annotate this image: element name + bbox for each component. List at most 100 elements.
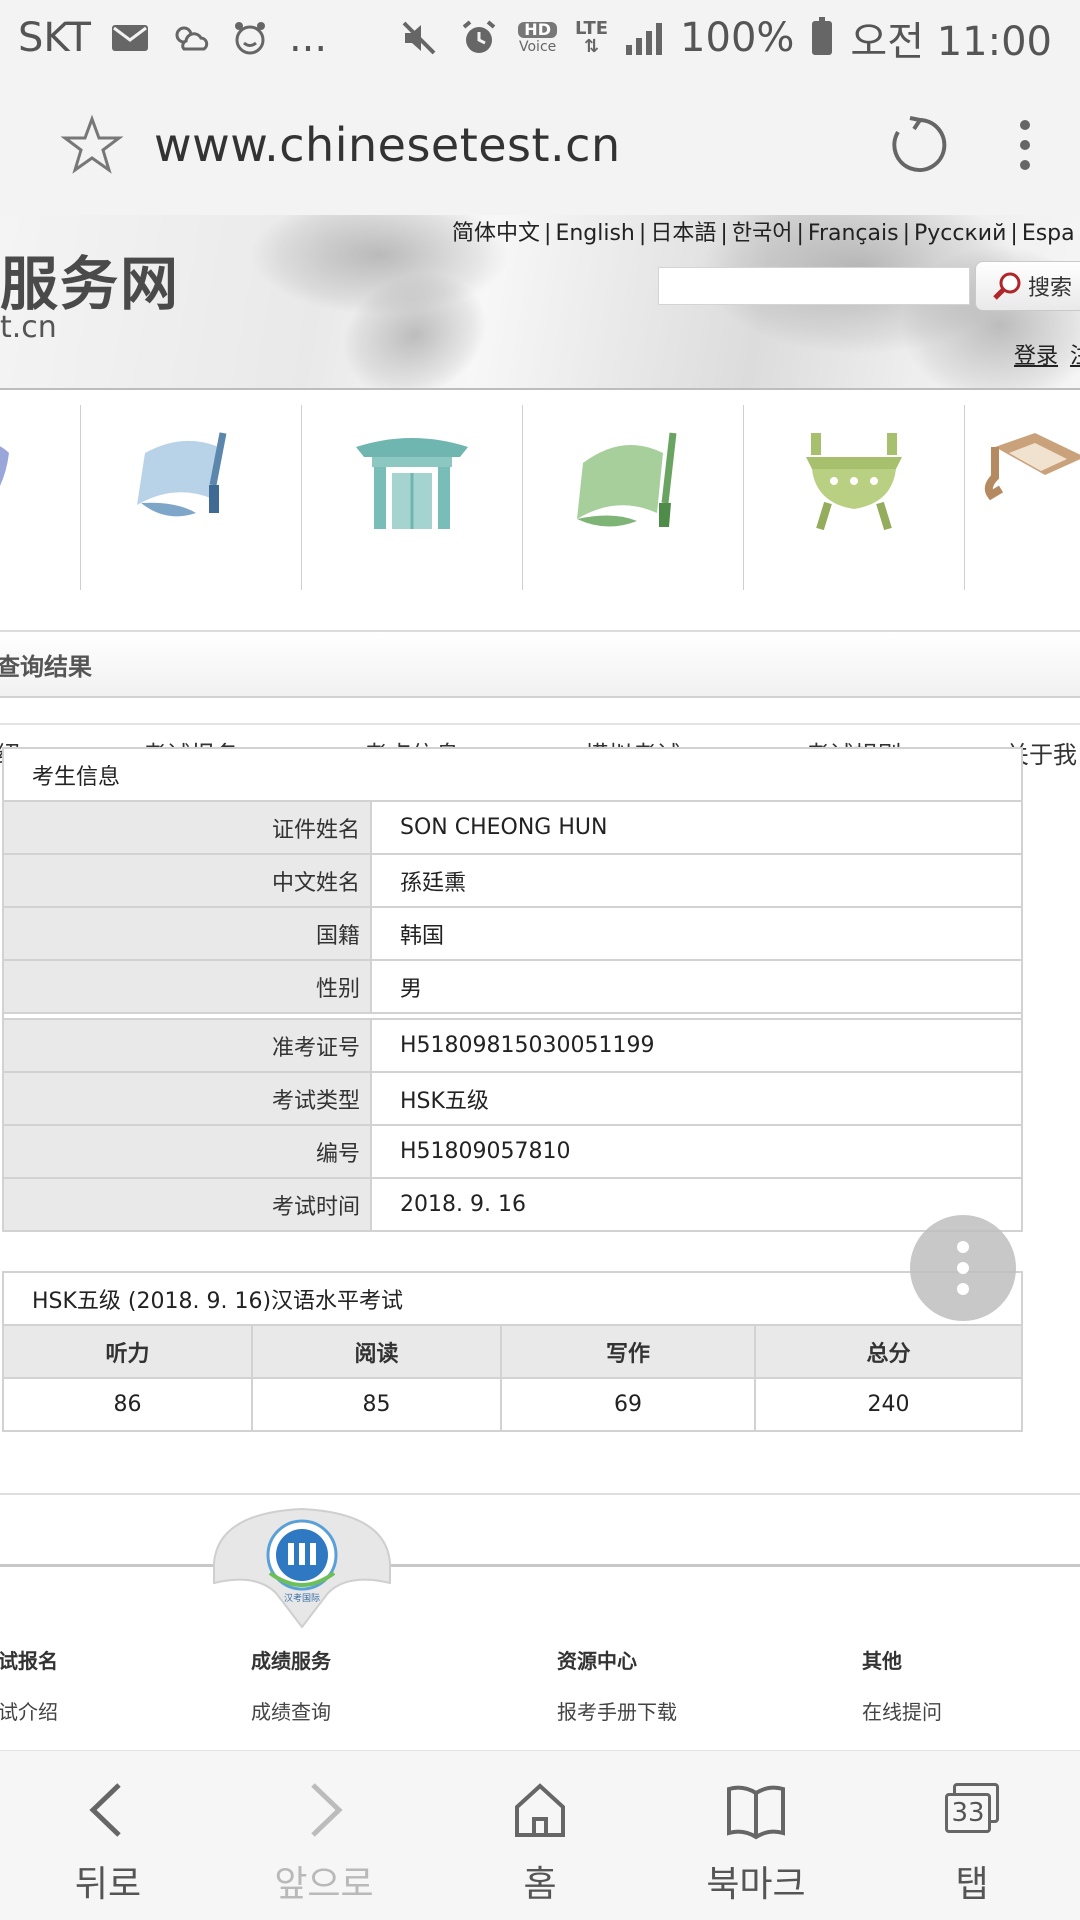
score-writing: 69 — [500, 1377, 756, 1432]
floating-menu-button[interactable] — [910, 1215, 1016, 1321]
emblem-text: 汉考国际 — [284, 1593, 320, 1604]
lang-link-ja[interactable]: 日本語 — [650, 221, 716, 246]
footer-col-other: 其他 在线提问 — [862, 1645, 942, 1725]
lang-link-fr[interactable]: Français — [808, 221, 899, 246]
clock: 오전 11:00 — [850, 18, 1052, 65]
score-table: HSK五级 (2018. 9. 16)汉语水平考试 听力 阅读 写作 总分 86… — [2, 1271, 1023, 1432]
scroll-icon — [576, 432, 676, 527]
footer-link[interactable]: 报考手册下载 — [557, 1696, 677, 1725]
nav-item-about[interactable]: 关于我 — [964, 405, 1080, 769]
lang-link-es[interactable]: Espa — [1022, 221, 1075, 246]
more-notifications: ... — [288, 14, 328, 61]
footer-link[interactable]: 在线提问 — [862, 1696, 942, 1725]
nav-item-registration[interactable]: 考试报名 — [80, 405, 300, 769]
ding-vessel-icon — [805, 433, 902, 531]
score-value-row: 86 85 69 240 — [2, 1377, 1023, 1432]
address-bar: www.chinesetest.cn — [0, 75, 1080, 215]
table-row: 国籍 韩国 — [2, 906, 1023, 961]
table-row: 考试类型 HSK五级 — [2, 1071, 1023, 1126]
score-reading: 85 — [251, 1377, 502, 1432]
mute-icon — [398, 17, 440, 59]
home-label: 홈 — [523, 1864, 557, 1905]
score-header-row: 听力 阅读 写作 总分 — [2, 1324, 1023, 1379]
lang-link-ru[interactable]: Русский — [914, 221, 1006, 246]
login-link[interactable]: 登录 — [1014, 338, 1058, 370]
footer-link[interactable]: 成绩查询 — [251, 1696, 331, 1725]
forward-label: 앞으로 — [274, 1864, 374, 1905]
site-search-button[interactable]: 搜索 — [975, 261, 1080, 311]
nav-item-test-centers[interactable]: 考点信息 — [301, 405, 521, 769]
voice-label: Voice — [519, 38, 557, 55]
nav-item-exam-rules[interactable]: 考试规则 — [743, 405, 963, 769]
hd-voice-icon: HD Voice — [518, 21, 557, 55]
back-button[interactable]: 뒤로 — [0, 1751, 216, 1920]
forward-button[interactable]: 앞으로 — [216, 1751, 432, 1920]
url-field[interactable]: www.chinesetest.cn — [154, 118, 886, 172]
footer-heading: 考试报名 — [0, 1649, 58, 1673]
footer-divider-strong — [0, 1564, 1080, 1567]
candidate-info-table: 考生信息 证件姓名 SON CHEONG HUN 中文姓名 孫廷熏 国籍 韩国 … — [2, 747, 1023, 1232]
main-nav: 绍 考试报名 考点信息 — [0, 405, 1080, 769]
battery-icon — [812, 16, 833, 55]
row-value-exam-type: HSK五级 — [370, 1071, 1023, 1126]
lang-link-en[interactable]: English — [555, 221, 634, 246]
magnifier-icon — [993, 272, 1021, 300]
score-caption-row: HSK五级 (2018. 9. 16)汉语水平考试 — [2, 1271, 1023, 1326]
bookmarks-button[interactable]: 북마크 — [648, 1751, 864, 1920]
footer-col-registration: 考试报名 考试介绍 — [0, 1645, 58, 1725]
header-total: 总分 — [754, 1324, 1023, 1379]
overflow-menu-icon[interactable] — [1010, 120, 1040, 170]
register-link[interactable]: 注 — [1070, 338, 1080, 370]
bookmark-star-icon[interactable] — [60, 113, 124, 177]
tabs-label: 탭 — [955, 1864, 989, 1905]
reload-icon[interactable] — [886, 112, 952, 178]
nav-item-intro[interactable]: 绍 — [0, 405, 80, 769]
row-label-exam-date: 考试时间 — [2, 1177, 372, 1232]
home-button[interactable]: 홈 — [432, 1751, 648, 1920]
chevron-left-icon — [89, 1783, 121, 1837]
row-value-serial-number: H51809057810 — [370, 1124, 1023, 1179]
status-bar: SKT ... HD Voice LTE ⇅ 100% 오전 11:00 — [0, 0, 1080, 75]
footer-col-score-service: 成绩服务 成绩查询 — [251, 1645, 331, 1725]
site-search-input[interactable] — [658, 267, 970, 305]
row-value-gender: 男 — [370, 959, 1023, 1014]
table-row: 编号 H51809057810 — [2, 1124, 1023, 1179]
site-logo-domain: t.cn — [0, 310, 57, 345]
search-button-label: 搜索 — [1028, 276, 1073, 301]
row-label-serial-number: 编号 — [2, 1124, 372, 1179]
table-row: 准考证号 H51809815030051199 — [2, 1018, 1023, 1073]
candidate-caption: 考生信息 — [2, 747, 1023, 802]
lang-link-zh[interactable]: 简体中文 — [452, 221, 540, 246]
footer-heading: 资源中心 — [557, 1649, 637, 1673]
row-value-chinese-name: 孫廷熏 — [370, 853, 1023, 908]
intro-icon — [0, 446, 9, 486]
row-value-nationality: 韩国 — [370, 906, 1023, 961]
row-label-exam-type: 考试类型 — [2, 1071, 372, 1126]
site-logo-title[interactable]: 服务网 — [0, 237, 180, 321]
row-label-nationality: 国籍 — [2, 906, 372, 961]
header-listening: 听力 — [2, 1324, 253, 1379]
chevron-right-icon — [311, 1783, 343, 1837]
footer-link[interactable]: 考试介绍 — [0, 1696, 58, 1725]
home-icon — [515, 1783, 565, 1837]
section-header: 查询结果 — [0, 630, 1080, 698]
row-value-id-name: SON CHEONG HUN — [370, 800, 1023, 855]
carrier-label: SKT — [18, 14, 91, 61]
alarm-icon — [458, 17, 500, 59]
footer-heading: 成绩服务 — [251, 1649, 331, 1673]
web-page: 服务网 t.cn 简体中文 | English | 日本語 | 한국어 | Français | Р… — [0, 215, 1080, 1750]
signal-icon — [626, 21, 663, 55]
lang-link-ko[interactable]: 한국어 — [732, 221, 793, 246]
footer-col-resources: 资源中心 报考手册下载 — [557, 1645, 677, 1725]
status-left: SKT ... — [18, 15, 327, 61]
scroll-brush-icon — [136, 432, 226, 517]
row-label-admission-number: 准考证号 — [2, 1018, 372, 1073]
gate-icon — [355, 438, 468, 529]
nav-item-mock-test[interactable]: 模拟考试 — [522, 405, 742, 769]
row-label-id-name: 证件姓名 — [2, 800, 372, 855]
row-value-admission-number: H51809815030051199 — [370, 1018, 1023, 1073]
header-reading: 阅读 — [251, 1324, 502, 1379]
site-banner: 服务网 t.cn 简体中文 | English | 日本語 | 한국어 | Français | Р… — [0, 215, 1080, 390]
score-caption: HSK五级 (2018. 9. 16)汉语水平考试 — [2, 1271, 1023, 1326]
tabs-button[interactable]: 33 탭 — [864, 1751, 1080, 1920]
